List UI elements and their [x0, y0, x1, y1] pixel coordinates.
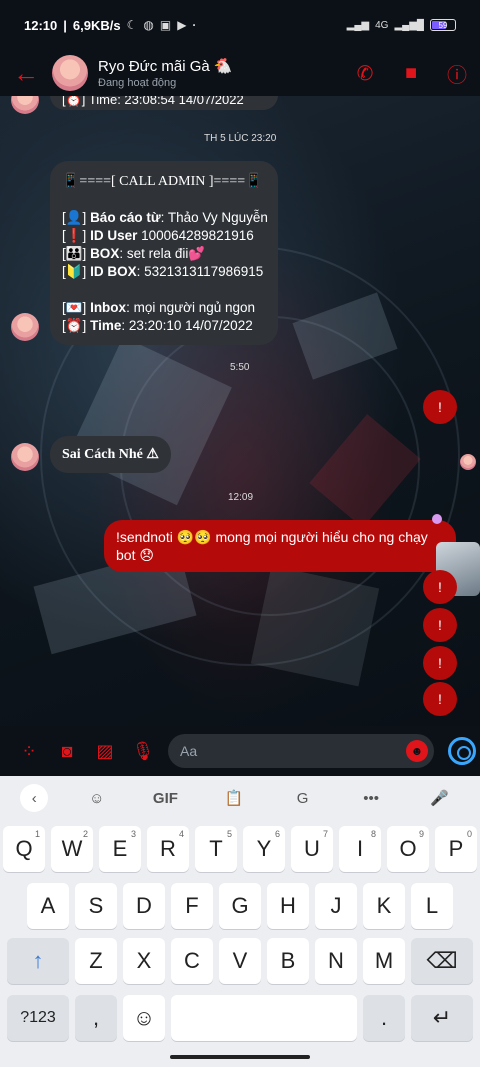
clipboard-icon[interactable]: 📋 [214, 789, 254, 807]
messenger-icon: ◍ [143, 18, 154, 32]
status-bar: 12:10 | 6,9KB/s ☾ ◍ ▣ ▶ · ▂▄▆ 4G ▂▄▆█ 59 [0, 0, 480, 50]
emoji-key[interactable]: ☺ [123, 995, 165, 1041]
key-s[interactable]: S [75, 883, 117, 929]
dot-icon: · [192, 18, 197, 32]
network-speed: 6,9KB/s [72, 17, 121, 33]
keyboard-row-3: ↑ ZXCVBNM ⌫ [0, 938, 480, 984]
key-r[interactable]: R4 [147, 826, 189, 872]
microphone-icon[interactable]: 🎙 [124, 741, 162, 762]
message-list[interactable]: [⏰] Time: 23:08:54 14/07/2022 TH 5 LÚC 2… [0, 96, 480, 726]
reaction-dot [432, 514, 442, 524]
battery-icon: 59 [430, 19, 456, 31]
key-f[interactable]: F [171, 883, 213, 929]
translate-icon[interactable]: G [283, 790, 323, 807]
shift-key[interactable]: ↑ [7, 938, 69, 984]
key-w[interactable]: W2 [51, 826, 93, 872]
key-x[interactable]: X [123, 938, 165, 984]
back-arrow-icon[interactable]: ← [0, 60, 52, 86]
key-l[interactable]: L [411, 883, 453, 929]
contact-name: Ryo Đức mãi Gà 🐔 [98, 58, 233, 75]
key-p[interactable]: P0 [435, 826, 477, 872]
key-m[interactable]: M [363, 938, 405, 984]
exclaim-message[interactable]: ! [423, 682, 457, 716]
soft-keyboard: ‹ ☺ GIF 📋 G ••• 🎤 Q1W2E3R4T5Y6U7I8O9P0 A… [0, 776, 480, 1067]
key-q[interactable]: Q1 [3, 826, 45, 872]
key-a[interactable]: A [27, 883, 69, 929]
gif-button[interactable]: GIF [145, 790, 185, 807]
outgoing-message[interactable]: !sendnoti 🥺🥺 mong mọi người hiểu cho ng … [104, 520, 456, 572]
keyboard-row-4: ?123 , ☺ . ↵ [0, 995, 480, 1041]
signal-icon-2: ▂▄▆█ [394, 19, 424, 31]
youtube-icon: ▶ [177, 18, 187, 32]
sender-avatar [11, 96, 39, 114]
moon-icon: ☾ [126, 18, 138, 32]
bag-icon: ▣ [159, 18, 172, 32]
sender-avatar[interactable] [11, 443, 39, 471]
key-y[interactable]: Y6 [243, 826, 285, 872]
phone-call-icon[interactable]: ✆ [342, 61, 388, 86]
report-title: 📱====[ CALL ADMIN ]====📱 [62, 174, 263, 189]
key-g[interactable]: G [219, 883, 261, 929]
quick-reaction-icon[interactable] [448, 737, 476, 765]
video-call-icon[interactable]: ■ [388, 62, 434, 85]
message-composer: ⁘ ◙ ▨ 🎙 ☻ [0, 726, 480, 776]
timestamp: TH 5 LÚC 23:20 [204, 133, 277, 144]
info-icon[interactable]: ⓘ [434, 59, 480, 88]
contact-info[interactable]: Ryo Đức mãi Gà 🐔 Đang hoạt động [98, 57, 342, 89]
enter-key[interactable]: ↵ [411, 995, 473, 1041]
chevron-left-icon[interactable]: ‹ [20, 784, 49, 812]
key-i[interactable]: I8 [339, 826, 381, 872]
timestamp: 5:50 [230, 362, 250, 373]
key-h[interactable]: H [267, 883, 309, 929]
key-e[interactable]: E3 [99, 826, 141, 872]
exclaim-message[interactable]: ! [423, 390, 457, 424]
key-v[interactable]: V [219, 938, 261, 984]
apps-grid-icon[interactable]: ⁘ [10, 741, 48, 762]
clock: 12:10 [24, 17, 58, 33]
keyboard-toolbar: ‹ ☺ GIF 📋 G ••• 🎤 [0, 776, 480, 820]
keyboard-row-1: Q1W2E3R4T5Y6U7I8O9P0 [0, 826, 480, 872]
active-status: Đang hoạt động [98, 77, 177, 89]
key-c[interactable]: C [171, 938, 213, 984]
key-d[interactable]: D [123, 883, 165, 929]
key-t[interactable]: T5 [195, 826, 237, 872]
period-key[interactable]: . [363, 995, 405, 1041]
message-bubble-partial[interactable]: [⏰] Time: 23:08:54 14/07/2022 [50, 96, 278, 110]
more-icon[interactable]: ••• [351, 790, 391, 807]
key-o[interactable]: O9 [387, 826, 429, 872]
message-input-container: ☻ [168, 734, 434, 768]
home-indicator[interactable] [170, 1055, 310, 1059]
comma-key[interactable]: , [75, 995, 117, 1041]
symbols-key[interactable]: ?123 [7, 995, 69, 1041]
seen-avatar [460, 454, 476, 470]
message-input[interactable] [180, 743, 406, 759]
sticker-icon[interactable]: ☺ [77, 790, 117, 807]
conversation-header: ← Ryo Đức mãi Gà 🐔 Đang hoạt động ✆ ■ ⓘ [0, 50, 480, 96]
voice-input-icon[interactable]: 🎤 [420, 789, 460, 807]
admin-report-message[interactable]: 📱====[ CALL ADMIN ]====📱 [👤] Báo cáo từ:… [50, 161, 278, 345]
exclaim-message[interactable]: ! [423, 570, 457, 604]
keyboard-row-2: ASDFGHJKL [0, 883, 480, 929]
key-b[interactable]: B [267, 938, 309, 984]
key-u[interactable]: U7 [291, 826, 333, 872]
key-j[interactable]: J [315, 883, 357, 929]
key-z[interactable]: Z [75, 938, 117, 984]
key-n[interactable]: N [315, 938, 357, 984]
space-key[interactable] [171, 995, 357, 1041]
key-k[interactable]: K [363, 883, 405, 929]
background-shard [250, 565, 380, 687]
sender-avatar[interactable] [11, 313, 39, 341]
gallery-icon[interactable]: ▨ [86, 741, 124, 762]
backspace-key[interactable]: ⌫ [411, 938, 473, 984]
exclaim-message[interactable]: ! [423, 646, 457, 680]
timestamp: 12:09 [228, 492, 254, 503]
avatar[interactable] [52, 55, 88, 91]
emoji-icon[interactable]: ☻ [406, 740, 428, 762]
exclaim-message[interactable]: ! [423, 608, 457, 642]
signal-icon: ▂▄▆ [346, 19, 370, 31]
camera-icon[interactable]: ◙ [48, 741, 86, 762]
network-type: 4G [375, 19, 389, 31]
reply-message[interactable]: Sai Cách Nhé ⚠ [50, 436, 171, 473]
